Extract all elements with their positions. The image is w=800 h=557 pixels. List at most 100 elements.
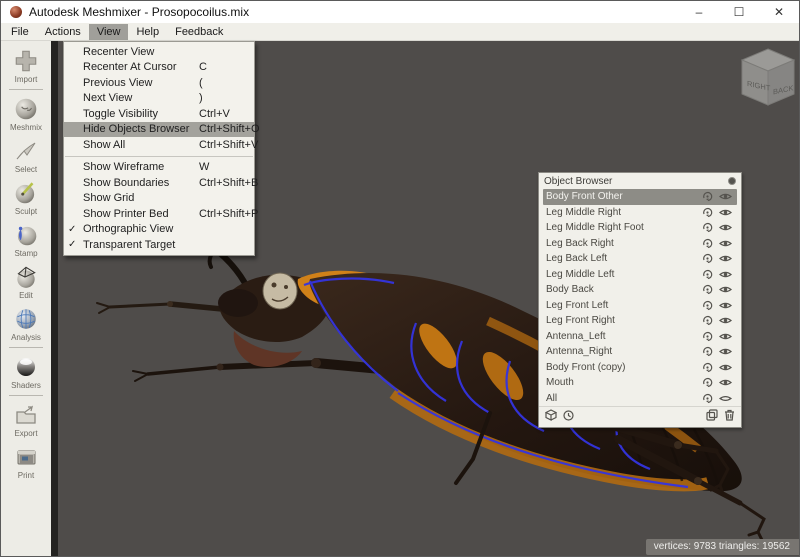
toolbar-print[interactable]: Print [11, 443, 41, 480]
menu-item-next-view[interactable]: Next View) [64, 91, 254, 107]
menu-item-orthographic-view[interactable]: ✓Orthographic View [64, 222, 254, 238]
toolbar-edit[interactable]: Edit [11, 263, 41, 300]
object-row[interactable]: Mouth [543, 375, 737, 391]
visibility-eye-icon[interactable] [716, 301, 734, 310]
pose-pin-icon[interactable] [698, 393, 716, 404]
object-browser-title: Object Browser [544, 176, 612, 187]
duplicate-object-icon[interactable] [706, 408, 718, 426]
toolbar-sculpt[interactable]: Sculpt [11, 179, 41, 216]
visibility-eye-closed-icon[interactable] [716, 394, 734, 403]
pose-pin-icon[interactable] [698, 284, 716, 295]
pose-pin-icon[interactable] [698, 269, 716, 280]
visibility-eye-icon[interactable] [716, 239, 734, 248]
close-button[interactable]: ✕ [759, 1, 799, 23]
visibility-eye-icon[interactable] [716, 270, 734, 279]
menu-bar: File Actions View Help Feedback [1, 23, 799, 41]
toolbar-analysis[interactable]: Analysis [11, 305, 41, 342]
object-row[interactable]: Antenna_Right [543, 344, 737, 360]
menu-item-recenter-view[interactable]: Recenter View [64, 44, 254, 60]
visibility-eye-icon[interactable] [716, 363, 734, 372]
main-area: Import Meshmix Select Sculpt [1, 41, 799, 557]
select-arrow-icon [11, 137, 41, 164]
toolbar-shaders[interactable]: Shaders [11, 353, 41, 390]
pose-pin-icon[interactable] [698, 362, 716, 373]
mesh-stats-status: vertices: 9783 triangles: 19562 [646, 539, 799, 555]
visibility-eye-icon[interactable] [716, 254, 734, 263]
toolbar-meshmix[interactable]: Meshmix [10, 95, 42, 132]
shaders-glossy-sphere-icon [11, 353, 41, 380]
menu-item-previous-view[interactable]: Previous View( [64, 75, 254, 91]
maximize-button[interactable]: ☐ [719, 1, 759, 23]
toolbar-export[interactable]: Export [11, 401, 41, 438]
panel-pin-icon[interactable] [728, 177, 736, 185]
menu-item-show-grid[interactable]: Show Grid [64, 191, 254, 207]
pose-pin-icon[interactable] [698, 207, 716, 218]
show-objects-cube-icon[interactable] [545, 408, 557, 426]
menu-feedback[interactable]: Feedback [167, 24, 231, 40]
menu-view[interactable]: View [89, 24, 129, 40]
analysis-mesh-sphere-icon [11, 305, 41, 332]
object-row[interactable]: Leg Front Left [543, 298, 737, 314]
pose-pin-icon[interactable] [698, 331, 716, 342]
check-icon: ✓ [68, 224, 80, 235]
print-printer-icon [11, 443, 41, 470]
menu-item-toggle-visibility[interactable]: Toggle VisibilityCtrl+V [64, 106, 254, 122]
object-browser-panel: Object Browser Body Front Other Leg Midd… [538, 172, 742, 428]
toolbar-import[interactable]: Import [11, 47, 41, 84]
visibility-eye-icon[interactable] [716, 285, 734, 294]
menu-help[interactable]: Help [128, 24, 167, 40]
object-row[interactable]: Body Front (copy) [543, 360, 737, 376]
pose-pin-icon[interactable] [698, 377, 716, 388]
pose-pin-icon[interactable] [698, 300, 716, 311]
toolbar-separator [9, 395, 43, 396]
visibility-eye-icon[interactable] [716, 192, 734, 201]
visibility-eye-icon[interactable] [716, 332, 734, 341]
history-clock-icon[interactable] [563, 408, 574, 426]
view-menu-dropdown: Recenter View Recenter At CursorC Previo… [63, 41, 255, 256]
navigation-cube[interactable]: RIGHT BACK [738, 47, 798, 113]
title-bar: Autodesk Meshmixer - Prosopocoilus.mix –… [1, 1, 799, 23]
object-row[interactable]: Leg Front Right [543, 313, 737, 329]
minimize-button[interactable]: – [679, 1, 719, 23]
object-row[interactable]: Body Front Other [543, 189, 737, 205]
menu-item-hide-objects-browser[interactable]: Hide Objects BrowserCtrl+Shift+O [64, 122, 254, 138]
pose-pin-icon[interactable] [698, 191, 716, 202]
menu-file[interactable]: File [3, 24, 37, 40]
object-row[interactable]: Leg Middle Left [543, 267, 737, 283]
menu-item-show-printer-bed[interactable]: Show Printer BedCtrl+Shift+P [64, 206, 254, 222]
export-folder-icon [11, 401, 41, 428]
object-row[interactable]: All [543, 391, 737, 407]
beetle-skull-stamp[interactable] [263, 273, 297, 309]
menu-item-show-boundaries[interactable]: Show BoundariesCtrl+Shift+B [64, 175, 254, 191]
object-browser-header: Object Browser [539, 173, 741, 189]
menu-item-recenter-at-cursor[interactable]: Recenter At CursorC [64, 60, 254, 76]
toolbar-select[interactable]: Select [11, 137, 41, 174]
object-row[interactable]: Leg Back Right [543, 236, 737, 252]
stamp-sphere-icon [11, 221, 41, 248]
visibility-eye-icon[interactable] [716, 378, 734, 387]
pose-pin-icon[interactable] [698, 253, 716, 264]
object-row[interactable]: Leg Middle Right [543, 205, 737, 221]
pose-pin-icon[interactable] [698, 346, 716, 357]
menu-actions[interactable]: Actions [37, 24, 89, 40]
object-browser-footer [539, 406, 741, 427]
object-row[interactable]: Leg Back Left [543, 251, 737, 267]
sculpt-brush-sphere-icon [11, 179, 41, 206]
pose-pin-icon[interactable] [698, 238, 716, 249]
delete-trash-icon[interactable] [724, 408, 735, 426]
toolbar-stamp[interactable]: Stamp [11, 221, 41, 258]
check-icon: ✓ [68, 239, 80, 250]
menu-item-show-all[interactable]: Show AllCtrl+Shift+V [64, 137, 254, 153]
menu-item-transparent-target[interactable]: ✓Transparent Target [64, 237, 254, 253]
object-row[interactable]: Leg Middle Right Foot [543, 220, 737, 236]
pose-pin-icon[interactable] [698, 222, 716, 233]
object-row[interactable]: Body Back [543, 282, 737, 298]
menu-item-show-wireframe[interactable]: Show WireframeW [64, 160, 254, 176]
visibility-eye-icon[interactable] [716, 316, 734, 325]
visibility-eye-icon[interactable] [716, 208, 734, 217]
toolbar-separator [9, 89, 43, 90]
object-row[interactable]: Antenna_Left [543, 329, 737, 345]
pose-pin-icon[interactable] [698, 315, 716, 326]
visibility-eye-icon[interactable] [716, 347, 734, 356]
visibility-eye-icon[interactable] [716, 223, 734, 232]
